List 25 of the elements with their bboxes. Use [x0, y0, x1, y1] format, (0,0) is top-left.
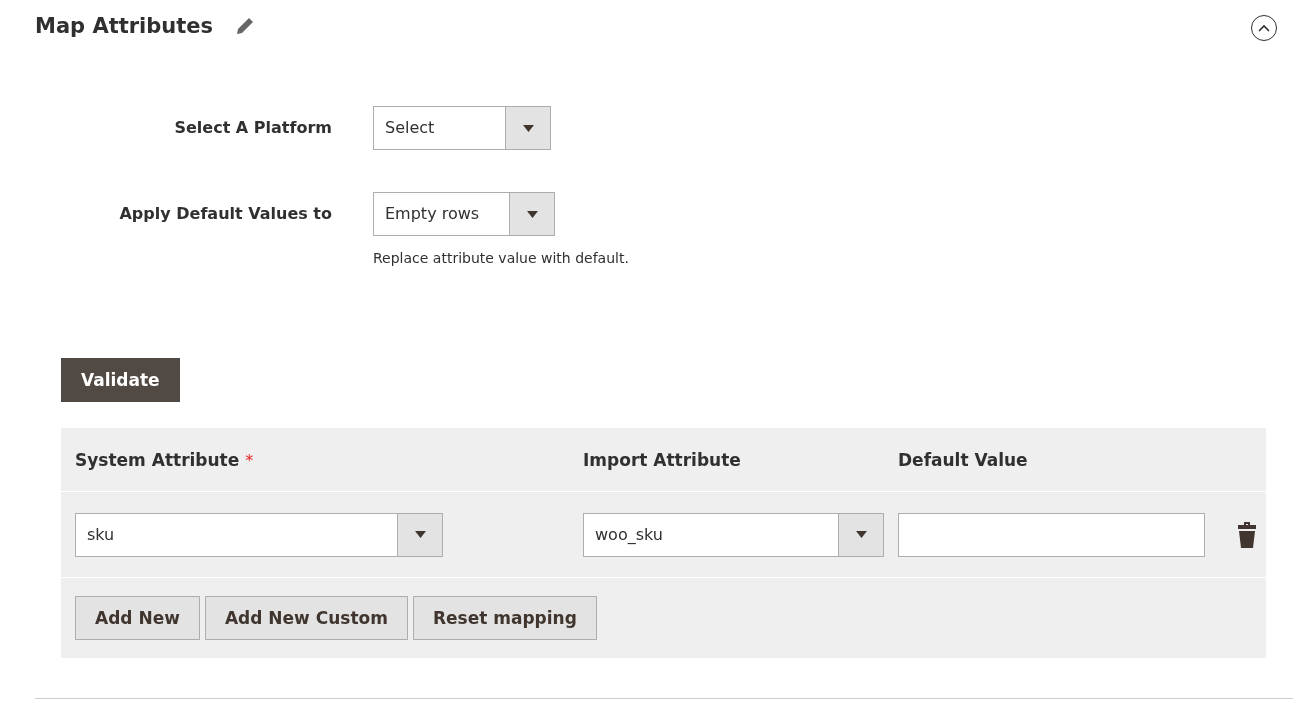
caret-icon — [855, 531, 867, 538]
input-field[interactable] — [898, 512, 1205, 557]
caret-icon — [522, 124, 534, 132]
select-field[interactable]: sku — [75, 512, 443, 557]
action-button[interactable]: Add New — [75, 596, 200, 640]
column-header: System Attribute — [75, 449, 240, 470]
action-button[interactable]: Add New Custom — [204, 596, 408, 640]
field-note: Replace attribute value with default. — [373, 250, 629, 266]
section-title: Map Attributes — [35, 14, 214, 38]
chevron-icon — [1258, 24, 1270, 32]
column-header: Import Attribute — [583, 449, 741, 470]
column-header: Default Value — [898, 449, 1028, 470]
pencil-icon[interactable] — [235, 16, 256, 36]
action-button[interactable]: Reset mapping — [412, 596, 597, 640]
collapse-toggle[interactable] — [1251, 15, 1277, 41]
delete-icon[interactable] — [1236, 520, 1258, 549]
caret-icon — [414, 531, 426, 538]
caret-icon — [526, 210, 538, 218]
validate-button[interactable]: Validate — [61, 358, 180, 402]
select-field[interactable]: Empty rows — [373, 192, 555, 236]
field-label: Apply Default Values to — [118, 203, 332, 225]
required-mark: * — [245, 450, 254, 470]
select-field[interactable]: Select — [373, 106, 551, 150]
field-label: Select A Platform — [173, 117, 332, 139]
select-field[interactable]: woo_sku — [583, 512, 884, 557]
